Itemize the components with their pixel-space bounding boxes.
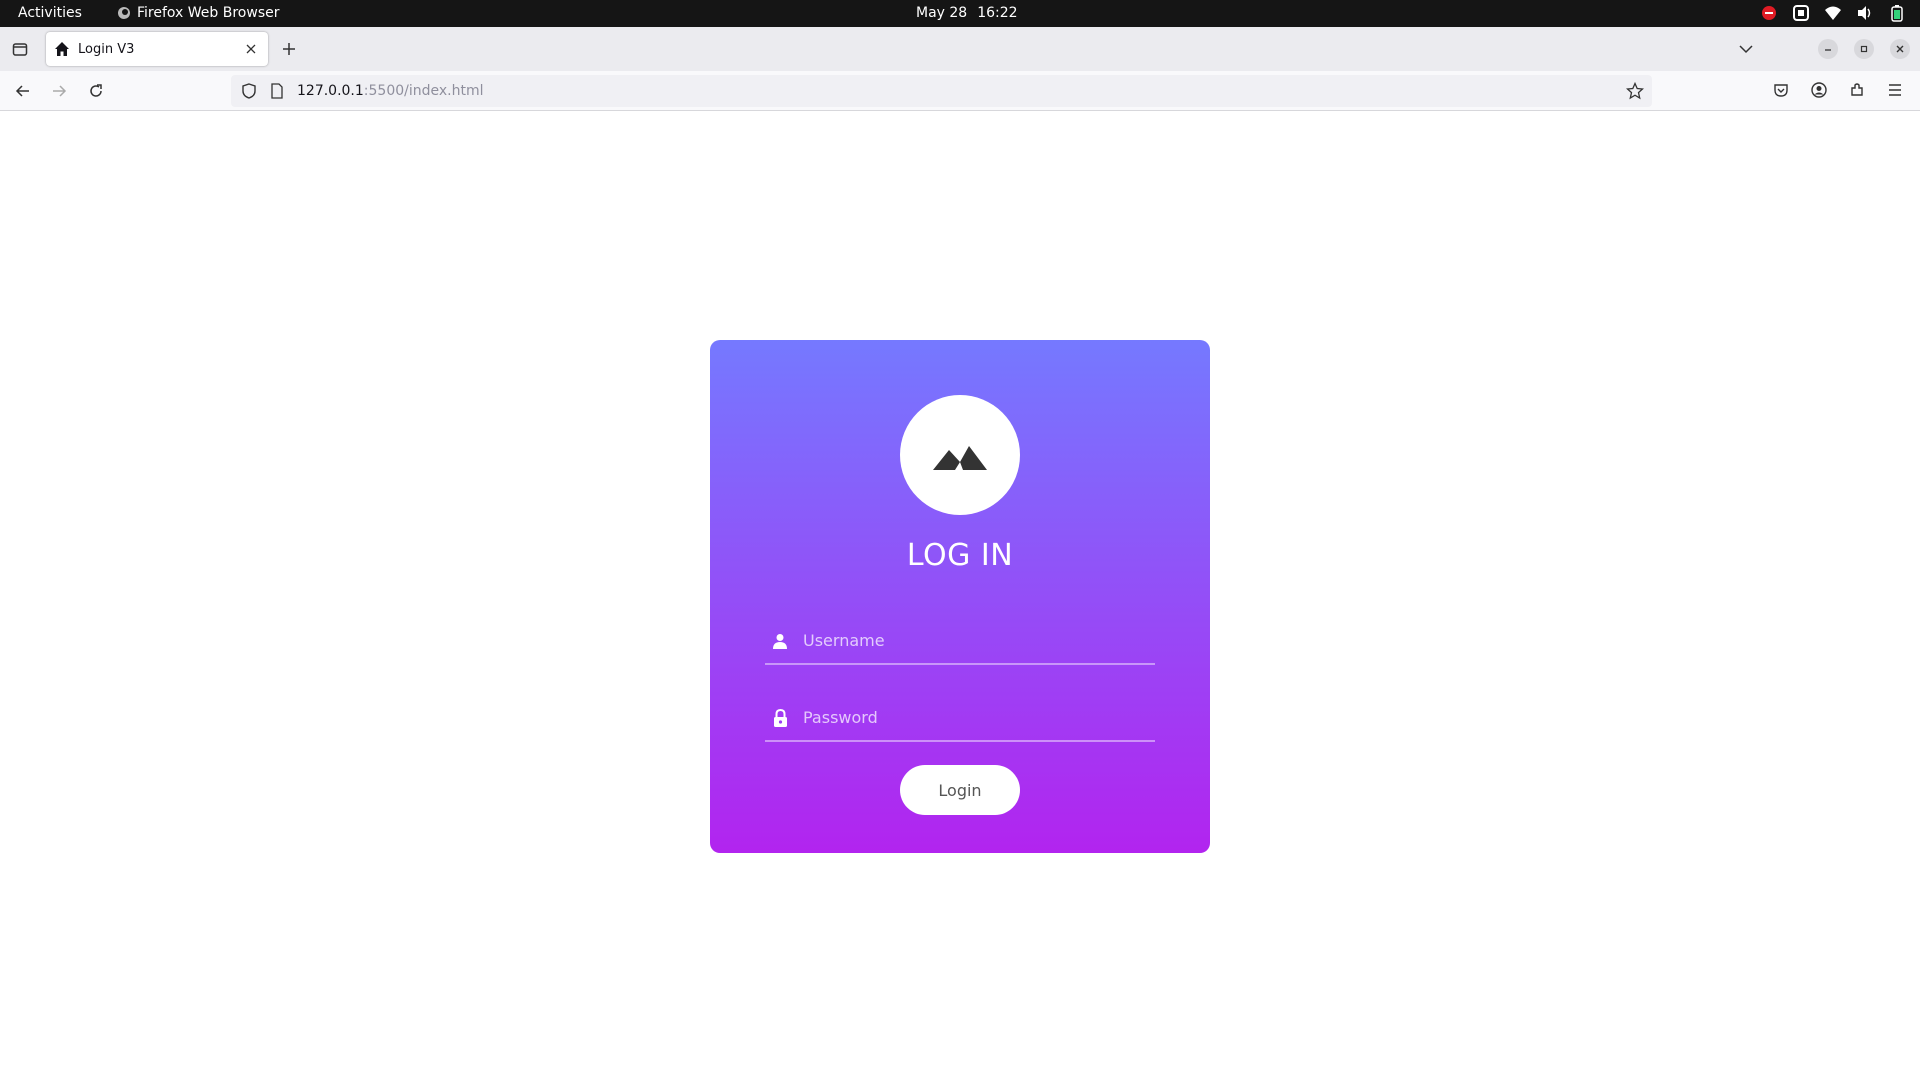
tab-login-v3[interactable]: Login V3 bbox=[46, 32, 268, 66]
tab-title: Login V3 bbox=[78, 41, 135, 57]
minimize-button[interactable] bbox=[1818, 39, 1838, 59]
volume-icon[interactable] bbox=[1856, 4, 1874, 22]
account-icon[interactable] bbox=[1808, 79, 1830, 101]
close-tab-icon[interactable] bbox=[242, 40, 260, 58]
shield-icon[interactable] bbox=[241, 83, 257, 99]
reload-icon bbox=[90, 84, 102, 97]
password-field bbox=[765, 695, 1155, 742]
restore-icon bbox=[1860, 45, 1868, 53]
home-icon bbox=[54, 41, 70, 57]
pocket-icon[interactable] bbox=[1770, 79, 1792, 101]
url-path: :5500/index.html bbox=[363, 83, 484, 99]
clock-date: May 28 bbox=[916, 5, 968, 21]
app-name-label: Firefox Web Browser bbox=[137, 5, 280, 21]
new-tab-button[interactable] bbox=[278, 38, 300, 60]
lock-icon bbox=[765, 703, 795, 733]
back-button[interactable] bbox=[11, 79, 35, 103]
login-button[interactable]: Login bbox=[900, 765, 1020, 815]
firefox-view-button[interactable] bbox=[8, 37, 32, 61]
logo-badge bbox=[900, 395, 1020, 515]
system-tray[interactable] bbox=[1760, 4, 1906, 22]
minimize-icon bbox=[1825, 49, 1831, 51]
list-all-tabs-button[interactable] bbox=[1734, 37, 1758, 61]
activities-button[interactable]: Activities bbox=[18, 5, 82, 21]
restore-button[interactable] bbox=[1854, 39, 1874, 59]
system-top-bar: Activities Firefox Web Browser May 28 16:… bbox=[0, 0, 1920, 27]
mountain-icon bbox=[933, 446, 987, 470]
tabs-overview-icon bbox=[12, 43, 28, 56]
page-icon[interactable] bbox=[269, 83, 285, 99]
tab-strip: Login V3 bbox=[0, 27, 1920, 71]
firefox-icon bbox=[118, 7, 130, 19]
app-menu[interactable]: Firefox Web Browser bbox=[117, 5, 280, 21]
chevron-down-icon bbox=[1739, 45, 1753, 54]
arrow-left-icon bbox=[15, 85, 29, 97]
plus-icon bbox=[283, 43, 295, 55]
url-host: 127.0.0.1 bbox=[297, 83, 364, 99]
login-title: LOG IN bbox=[906, 538, 1014, 573]
menu-icon[interactable] bbox=[1884, 79, 1906, 101]
close-icon bbox=[1896, 45, 1904, 53]
clock[interactable]: May 28 16:22 bbox=[916, 5, 1206, 21]
do-not-disturb-icon[interactable] bbox=[1760, 4, 1778, 22]
url-text[interactable]: 127.0.0.1:5500/index.html bbox=[297, 83, 484, 99]
username-input[interactable] bbox=[803, 631, 1155, 650]
extensions-icon[interactable] bbox=[1846, 79, 1868, 101]
clock-time: 16:22 bbox=[977, 5, 1018, 21]
navigation-toolbar: 127.0.0.1:5500/index.html bbox=[0, 71, 1920, 111]
forward-button[interactable] bbox=[47, 79, 71, 103]
reload-button[interactable] bbox=[84, 79, 108, 103]
username-field bbox=[765, 618, 1155, 665]
battery-icon[interactable] bbox=[1888, 4, 1906, 22]
arrow-right-icon bbox=[53, 85, 67, 97]
address-bar[interactable]: 127.0.0.1:5500/index.html bbox=[231, 75, 1652, 107]
password-input[interactable] bbox=[803, 708, 1155, 727]
login-card: LOG IN Login bbox=[710, 340, 1210, 853]
window-controls bbox=[1734, 37, 1910, 61]
toolbar-actions bbox=[1770, 79, 1906, 101]
screen-share-icon[interactable] bbox=[1792, 4, 1810, 22]
close-window-button[interactable] bbox=[1890, 39, 1910, 59]
wifi-icon[interactable] bbox=[1824, 4, 1842, 22]
user-icon bbox=[765, 626, 795, 656]
bookmark-star-icon[interactable] bbox=[1625, 81, 1645, 100]
